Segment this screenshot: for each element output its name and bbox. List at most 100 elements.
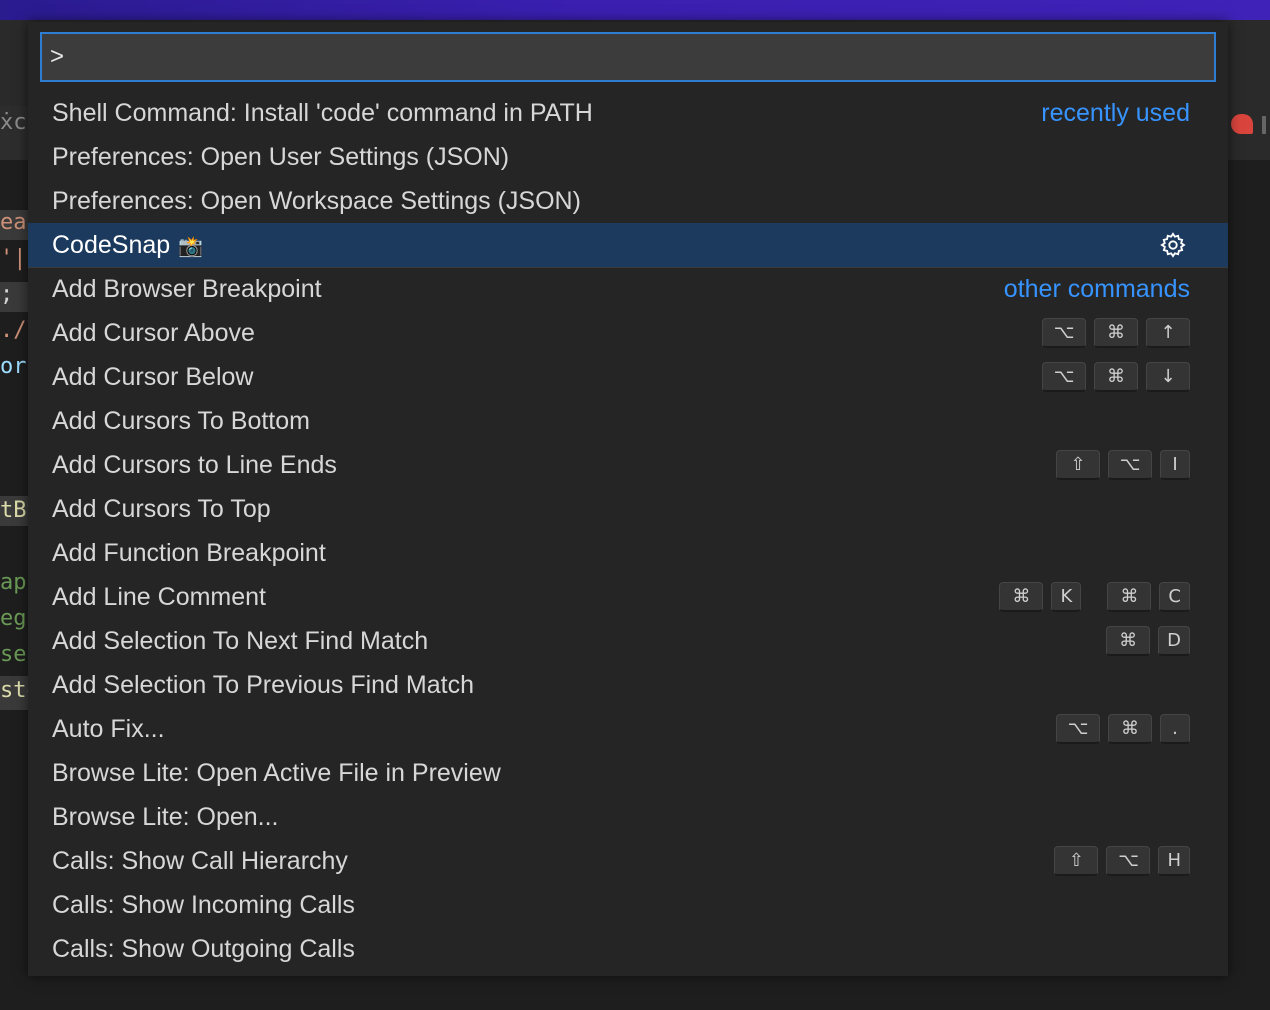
command-label-text: Add Selection To Next Find Match [52,626,429,655]
command-label-text: Add Selection To Previous Find Match [52,670,474,699]
command-item[interactable]: Calls: Show Incoming Calls [28,883,1228,927]
keybinding: ⌥ ⌘. [1048,714,1190,744]
command-item[interactable]: Add Cursors To Bottom [28,399,1228,443]
command-item[interactable]: Add Function Breakpoint [28,531,1228,575]
keycap: C [1159,582,1190,612]
keycap: ⇧ [1056,450,1100,480]
command-palette: Shell Command: Install 'code' command in… [28,22,1228,976]
command-item[interactable]: Preferences: Open User Settings (JSON) [28,135,1228,179]
command-list: Shell Command: Install 'code' command in… [28,91,1228,971]
keybinding: ⌥ ⌘ ↓ [1034,362,1190,392]
command-item[interactable]: Add Cursors to Line Ends ⇧ ⌥ I [28,443,1228,487]
keybinding: ⌘ K ⌘ C [991,582,1190,612]
command-label: Add Cursors To Top [52,495,1190,524]
command-item[interactable]: Preferences: Open Workspace Settings (JS… [28,179,1228,223]
keycap: I [1160,450,1190,480]
keybinding: ⇧ ⌥ H [1046,846,1190,876]
command-label: Calls: Show Incoming Calls [52,891,1190,920]
keycap: ⌘ [1094,362,1138,392]
command-label-text: Browse Lite: Open Active File in Preview [52,758,501,787]
keycap: ↑ [1146,318,1190,348]
keycap: ⌘ [1094,318,1138,348]
keycap: ⇧ [1054,846,1099,876]
command-label-text: Add Cursor Below [52,362,254,391]
command-group-label: other commands [1003,275,1190,303]
command-label: Add Browser Breakpoint [52,275,1004,304]
command-item[interactable]: Calls: Show Call Hierarchy ⇧ ⌥ H [28,839,1228,883]
command-label: Add Selection To Previous Find Match [52,671,1190,700]
command-item[interactable]: Shell Command: Install 'code' command in… [28,91,1228,135]
tab-title-fragment: ẋc [0,110,27,135]
keycap: ⌥ [1108,450,1152,480]
command-item[interactable]: Add Browser Breakpoint other commands [28,267,1228,311]
command-label-text: Add Function Breakpoint [52,538,326,567]
command-label-text: Add Cursors To Top [52,494,271,523]
command-label-text: Add Browser Breakpoint [52,275,322,303]
command-label-text: Browse Lite: Open... [52,802,279,831]
keycap: H [1158,846,1190,876]
keycap: K [1051,582,1082,612]
command-label: Browse Lite: Open Active File in Preview [52,759,1190,788]
command-label: Shell Command: Install 'code' command in… [52,99,1041,128]
command-label-text: Calls: Show Incoming Calls [52,890,355,919]
command-label: Browse Lite: Open... [52,803,1190,832]
keybinding: ⌥ ⌘ ↑ [1034,318,1190,348]
command-label: Add Line Comment [52,583,991,612]
command-item[interactable]: Add Cursor Above ⌥ ⌘ ↑ [28,311,1228,355]
command-group-label: recently used [1041,98,1190,127]
keycap: ⌥ [1042,318,1086,348]
command-item[interactable]: Add Selection To Previous Find Match [28,663,1228,707]
command-label: Add Cursors To Bottom [52,407,1190,436]
gear-icon[interactable] [1158,230,1188,260]
command-label: Preferences: Open User Settings (JSON) [52,143,1190,172]
command-item[interactable]: Calls: Show Outgoing Calls [28,927,1228,971]
command-label-text: Calls: Show Outgoing Calls [52,934,355,963]
command-label-text: Preferences: Open User Settings (JSON) [52,142,510,171]
command-label-text: Add Cursors to Line Ends [52,450,337,479]
keycap: ⌘ [1107,582,1152,612]
command-label: Preferences: Open Workspace Settings (JS… [52,187,1190,216]
command-label-text: Preferences: Open Workspace Settings (JS… [52,186,581,215]
command-label: Auto Fix... [52,715,1048,744]
notification-dot-icon [1231,114,1253,134]
scroll-indicator [1262,116,1266,134]
command-label-text: Add Line Comment [52,582,267,611]
keybinding: ⇧ ⌥ I [1048,450,1190,480]
keycap: . [1160,714,1190,744]
code-fragment: ; [0,282,14,307]
command-item[interactable]: Add Cursors To Top [28,487,1228,531]
command-label-text: Auto Fix... [52,714,165,743]
command-item[interactable]: Browse Lite: Open... [28,795,1228,839]
camera-flash-icon: 📸 [178,235,204,258]
command-label: Add Cursors to Line Ends [52,451,1048,480]
command-label: Calls: Show Call Hierarchy [52,847,1046,876]
keycap: ⌘ [1106,626,1151,656]
command-item[interactable]: CodeSnap 📸 [28,223,1228,267]
command-label: Calls: Show Outgoing Calls [52,935,1190,964]
command-label-text: Shell Command: Install 'code' command in… [52,98,593,127]
keycap: ⌥ [1056,714,1100,744]
command-palette-input[interactable] [40,32,1216,82]
keycap: ↓ [1146,362,1190,392]
command-label-text: Add Cursor Above [52,318,255,347]
keycap: ⌘ [999,582,1044,612]
command-item[interactable]: Add Cursor Below ⌥ ⌘ ↓ [28,355,1228,399]
window-titlebar [0,0,1270,20]
code-fragment: '| [0,246,27,271]
command-item[interactable]: Add Line Comment ⌘ K ⌘ C [28,575,1228,619]
keycap: ⌘ [1108,714,1152,744]
command-label: Add Cursor Below [52,363,1034,392]
command-item[interactable]: Add Selection To Next Find Match ⌘ D [28,619,1228,663]
command-label-text: Calls: Show Call Hierarchy [52,846,348,875]
keycap: ⌥ [1106,846,1151,876]
command-label: Add Selection To Next Find Match [52,627,1098,656]
command-item[interactable]: Browse Lite: Open Active File in Preview [28,751,1228,795]
command-label: Add Function Breakpoint [52,539,1190,568]
keycap: ⌥ [1042,362,1086,392]
command-label: CodeSnap 📸 [52,231,1158,260]
command-label-text: Add Cursors To Bottom [52,406,310,435]
command-item[interactable]: Auto Fix... ⌥ ⌘. [28,707,1228,751]
command-label-text: CodeSnap [52,230,171,259]
keycap: D [1158,626,1190,656]
keybinding: ⌘ D [1098,626,1190,656]
